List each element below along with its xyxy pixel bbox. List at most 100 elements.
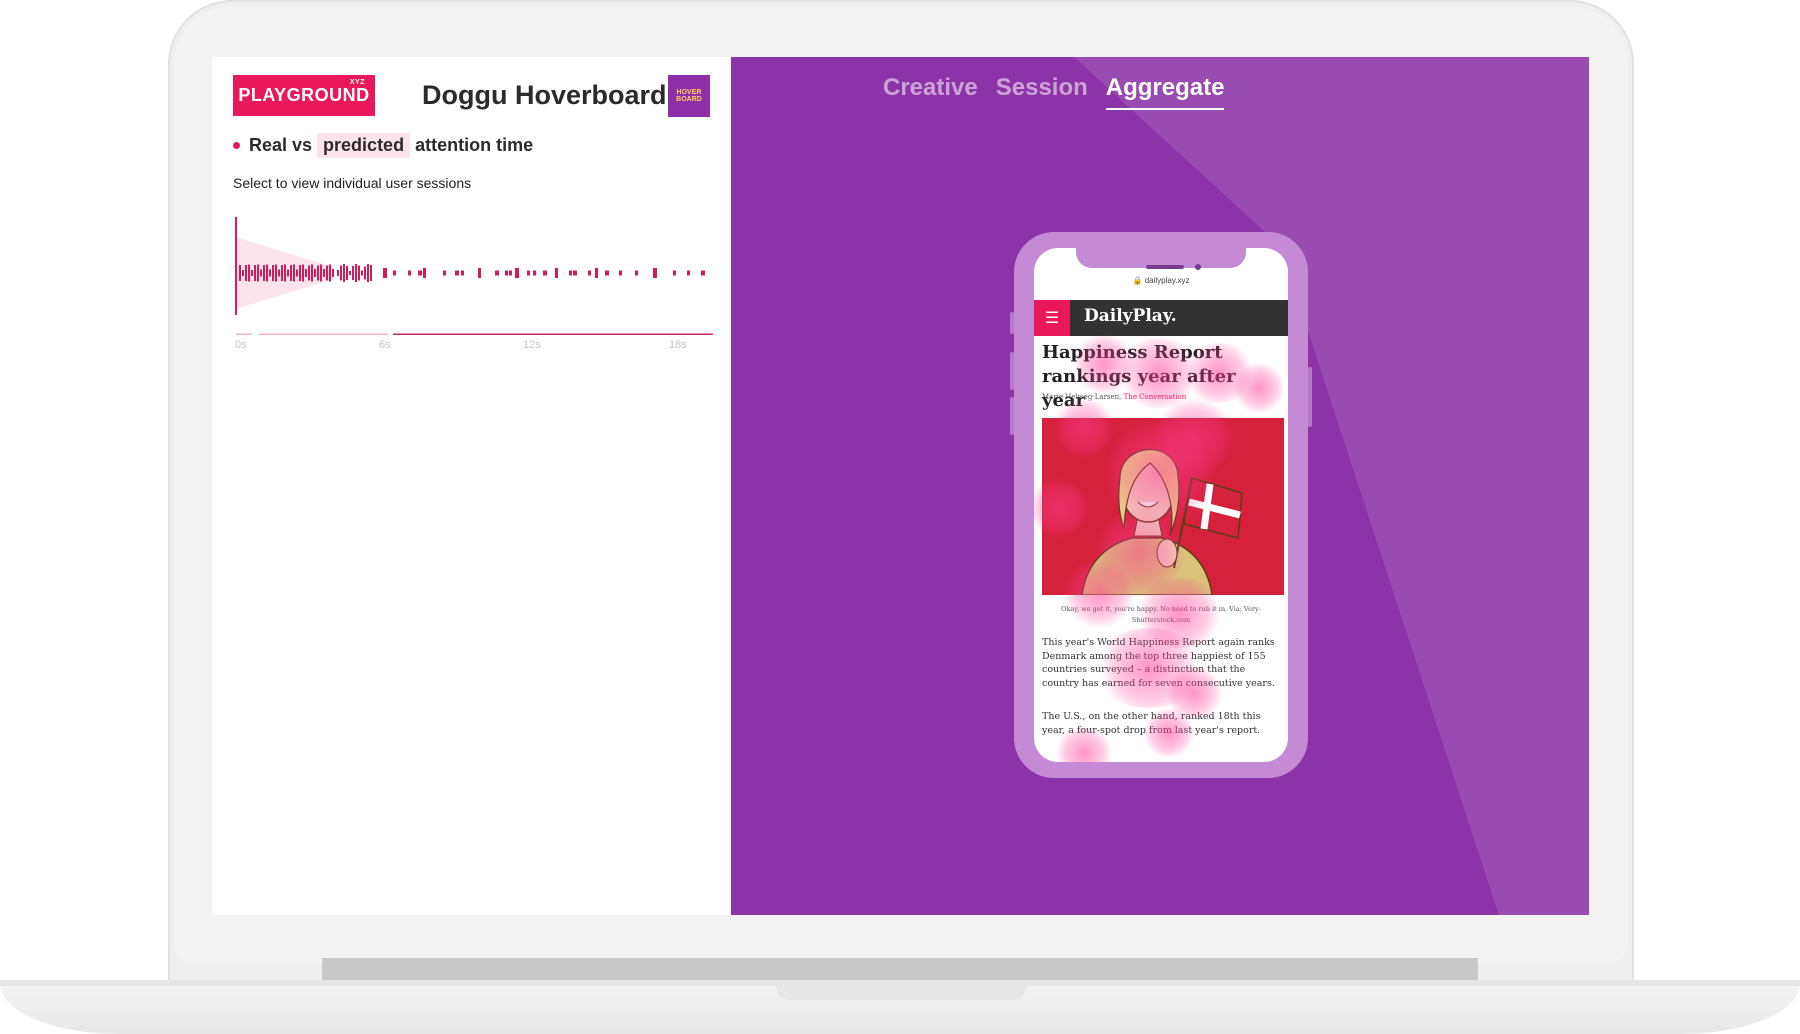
session-mark[interactable]	[361, 270, 363, 276]
session-mark[interactable]	[329, 264, 331, 282]
article-byline: Marie Helweg-Larsen, The Conversation	[1042, 393, 1186, 401]
session-mark[interactable]	[569, 270, 572, 276]
session-mark[interactable]	[619, 270, 622, 276]
session-mark[interactable]	[254, 265, 256, 281]
hand-shape	[1156, 538, 1178, 568]
session-mark[interactable]	[635, 270, 638, 276]
session-mark[interactable]	[455, 270, 459, 276]
phone-camera	[1195, 264, 1201, 270]
session-mark[interactable]	[326, 265, 328, 281]
view-tabs: Creative Session Aggregate	[883, 74, 1225, 110]
session-mark[interactable]	[543, 270, 547, 276]
session-mark[interactable]	[242, 270, 244, 276]
session-mark[interactable]	[505, 270, 508, 276]
session-mark[interactable]	[305, 269, 307, 277]
session-mark[interactable]	[275, 264, 277, 282]
sessions-panel: PLAYGROUND XYZ Doggu Hoverboard HOVER BO…	[212, 57, 731, 915]
session-mark[interactable]	[358, 265, 360, 281]
session-mark[interactable]	[257, 264, 259, 282]
session-mark[interactable]	[383, 268, 387, 278]
session-mark[interactable]	[595, 268, 598, 278]
session-mark[interactable]	[423, 268, 426, 278]
session-mark[interactable]	[346, 266, 348, 280]
session-mark[interactable]	[337, 270, 339, 276]
session-mark[interactable]	[269, 269, 271, 277]
session-mark[interactable]	[364, 266, 366, 280]
session-mark[interactable]	[284, 264, 286, 282]
session-mark[interactable]	[293, 264, 295, 282]
session-mark[interactable]	[418, 270, 422, 276]
session-mark[interactable]	[308, 265, 310, 281]
session-mark[interactable]	[573, 270, 577, 276]
address-bar[interactable]: 🔒 dailyplay.xyz	[1034, 276, 1288, 285]
logo-suffix: XYZ	[349, 79, 365, 86]
session-mark[interactable]	[278, 269, 280, 277]
phone-screen: 🔒 dailyplay.xyz ☰ DailyPlay. Happiness R…	[1034, 248, 1288, 762]
session-mark[interactable]	[349, 271, 351, 275]
creative-thumbnail[interactable]: HOVER BOARD	[668, 75, 710, 117]
phone-side-button	[1010, 397, 1014, 435]
session-mark[interactable]	[248, 264, 250, 282]
hamburger-menu-icon[interactable]: ☰	[1034, 300, 1070, 336]
lock-icon: 🔒	[1132, 276, 1143, 285]
session-mark[interactable]	[393, 270, 396, 276]
session-mark[interactable]	[653, 268, 657, 278]
article-paragraph: The U.S., on the other hand, ranked 18th…	[1042, 711, 1261, 736]
session-mark[interactable]	[495, 270, 499, 276]
session-mark[interactable]	[239, 265, 241, 281]
session-mark[interactable]	[555, 268, 558, 278]
session-mark[interactable]	[245, 265, 247, 281]
session-mark[interactable]	[515, 268, 519, 278]
session-mark[interactable]	[605, 270, 609, 276]
session-mark[interactable]	[588, 270, 591, 276]
session-mark[interactable]	[320, 264, 322, 282]
session-mark[interactable]	[370, 265, 372, 281]
phone-mockup: 🔒 dailyplay.xyz ☰ DailyPlay. Happiness R…	[1010, 232, 1312, 778]
site-brand[interactable]: DailyPlay.	[1084, 306, 1177, 326]
session-mark[interactable]	[355, 264, 357, 282]
tab-session[interactable]: Session	[996, 74, 1088, 110]
session-mark[interactable]	[251, 270, 253, 276]
byline-source[interactable]: The Conversation	[1124, 393, 1187, 401]
session-mark[interactable]	[263, 265, 265, 281]
session-mark[interactable]	[527, 270, 530, 276]
attention-timeline-svg[interactable]	[233, 215, 713, 337]
session-mark[interactable]	[296, 269, 298, 277]
session-mark[interactable]	[311, 264, 313, 282]
session-mark[interactable]	[323, 269, 325, 277]
creative-title: Doggu Hoverboard	[422, 80, 667, 110]
session-mark[interactable]	[281, 265, 283, 281]
session-mark[interactable]	[302, 264, 304, 282]
session-mark[interactable]	[332, 269, 334, 277]
session-mark[interactable]	[343, 264, 345, 282]
session-mark[interactable]	[461, 270, 464, 276]
woman-with-flag-illustration	[1042, 418, 1284, 595]
session-mark[interactable]	[272, 265, 274, 281]
session-marks[interactable]	[239, 264, 705, 282]
session-mark[interactable]	[299, 265, 301, 281]
session-mark[interactable]	[673, 270, 676, 276]
session-mark[interactable]	[290, 265, 292, 281]
session-mark[interactable]	[443, 270, 446, 276]
session-mark[interactable]	[340, 265, 342, 281]
session-mark[interactable]	[317, 265, 319, 281]
session-mark[interactable]	[352, 266, 354, 280]
attention-timeline[interactable]: 0s 6s 12s 18s	[233, 215, 713, 351]
session-mark[interactable]	[701, 270, 705, 276]
session-mark[interactable]	[509, 270, 512, 276]
session-mark[interactable]	[314, 269, 316, 277]
session-mark[interactable]	[287, 269, 289, 277]
phone-side-button	[1308, 367, 1312, 427]
tab-creative[interactable]: Creative	[883, 74, 978, 110]
tab-aggregate[interactable]: Aggregate	[1105, 74, 1225, 110]
session-mark[interactable]	[533, 270, 536, 276]
playground-logo[interactable]: PLAYGROUND XYZ	[233, 75, 375, 116]
preview-panel: Creative Session Aggregate 🔒 dailyplay.x…	[731, 57, 1589, 915]
session-mark[interactable]	[260, 269, 262, 277]
session-mark[interactable]	[266, 264, 268, 282]
session-mark[interactable]	[687, 270, 690, 276]
session-mark[interactable]	[408, 270, 411, 276]
session-mark[interactable]	[478, 268, 481, 278]
app-screen: PLAYGROUND XYZ Doggu Hoverboard HOVER BO…	[212, 57, 1589, 915]
session-mark[interactable]	[367, 264, 369, 282]
